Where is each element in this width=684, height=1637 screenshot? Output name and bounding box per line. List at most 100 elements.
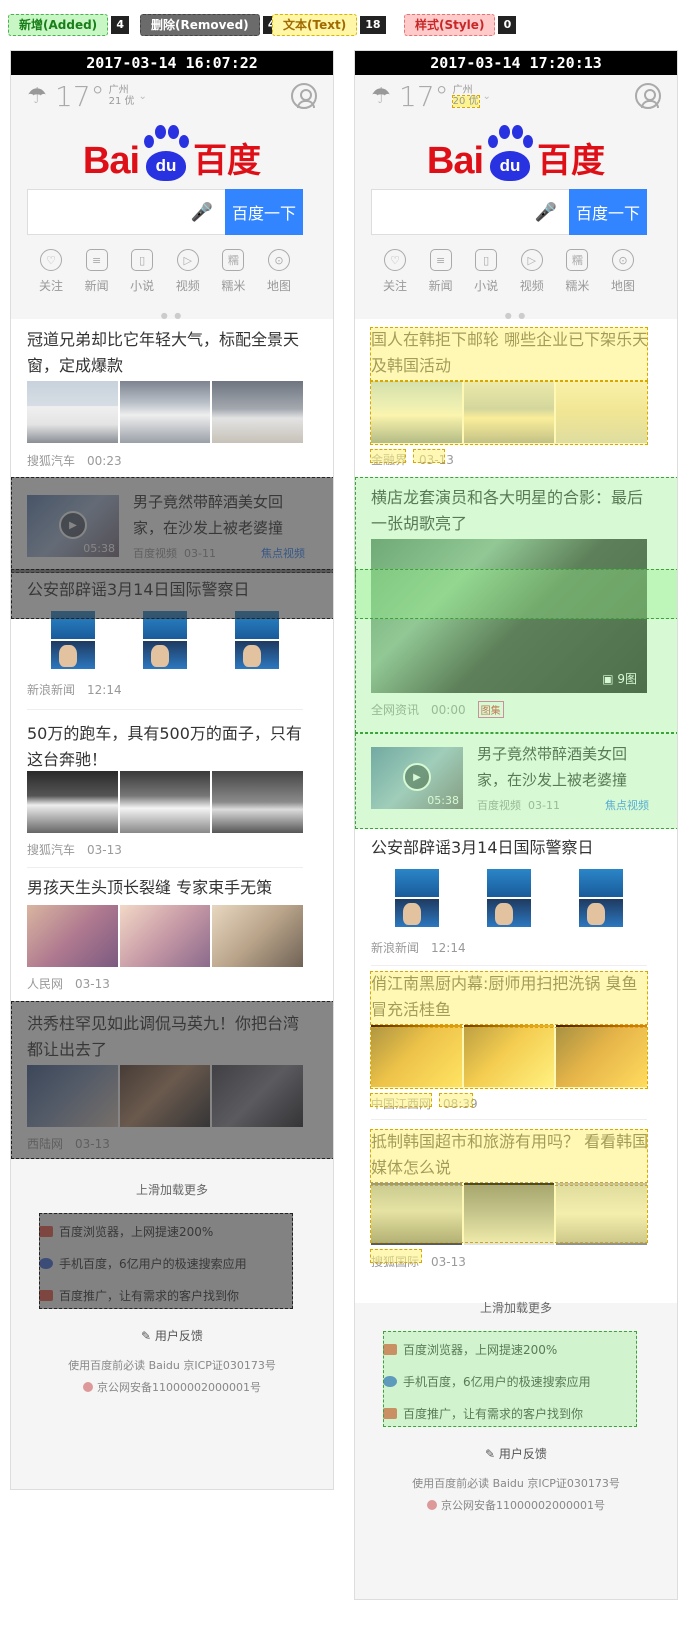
left-screenshot-panel: 2017-03-14 16:07:22 ☂ 17° 广州 21 优 ⌄ Bai …: [10, 50, 334, 1490]
search-input[interactable]: 🎤: [27, 189, 225, 235]
promo-item[interactable]: 百度浏览器，上网提速200%: [383, 1333, 637, 1365]
news-meta: 新浪新闻 12:14: [371, 940, 466, 956]
weather-widget[interactable]: ☂ 17° 广州 20 优 ⌄: [371, 79, 491, 113]
footer-icp[interactable]: 使用百度前必读 Baidu 京ICP证030173号: [355, 1473, 677, 1495]
news-card[interactable]: 俏江南黑厨内幕:厨师用扫把洗锅 臭鱼冒充活桂鱼 中国江西网 08:39: [355, 969, 677, 1119]
user-avatar-icon[interactable]: [635, 83, 661, 109]
news-title: 国人在韩拒下邮轮 哪些企业已下架乐天及韩国活动: [371, 330, 649, 375]
search-button[interactable]: 百度一下: [225, 189, 303, 235]
police-emblem-icon: [83, 1382, 93, 1392]
video-duration: 05:38: [83, 542, 115, 555]
nav-map[interactable]: ⊙ 地图: [259, 249, 299, 294]
news-icon: ≡: [429, 249, 452, 271]
cloud-rain-icon: ☂: [371, 83, 391, 109]
book-icon: ▯: [131, 249, 154, 271]
news-images: [371, 869, 647, 931]
nuomi-icon: 糯: [222, 249, 245, 271]
nav-novel[interactable]: ▯ 小说: [122, 249, 162, 294]
news-icon: ≡: [85, 249, 108, 271]
promo-list: 百度浏览器，上网提速200% 手机百度，6亿用户的极速搜索应用 百度推广，让有需…: [39, 1215, 293, 1311]
news-meta: 全网资讯 00:00 图集: [371, 701, 504, 718]
nav-follow[interactable]: ♡ 关注: [375, 249, 415, 294]
news-card[interactable]: 公安部辟谣3月14日国际警察日 新浪新闻 12:14: [355, 831, 677, 969]
heart-icon: ♡: [40, 249, 62, 271]
gallery-card[interactable]: 横店龙套演员和各大明星的合影：最后一张胡歌亮了 ▣ 9图 全网资讯 00:00 图集: [355, 477, 677, 729]
heart-icon: ♡: [384, 249, 406, 271]
hot-icon: [39, 1225, 53, 1237]
legend-added: 新增(Added) 4: [8, 14, 130, 36]
nav-nuomi[interactable]: 糯糯米: [557, 249, 597, 294]
promo-item[interactable]: 百度浏览器，上网提速200%: [39, 1215, 293, 1247]
nav-video[interactable]: ▷ 视频: [512, 249, 552, 294]
promo-list: 百度浏览器，上网提速200% 手机百度，6亿用户的极速搜索应用 百度推广，让有需…: [383, 1333, 637, 1429]
temperature: 17°: [55, 79, 105, 113]
hot-icon: [383, 1407, 397, 1419]
weather-location: 广州 20 优: [451, 85, 480, 108]
play-icon: ▶: [59, 511, 87, 539]
news-images: [371, 381, 648, 443]
map-pin-icon: ⊙: [267, 249, 290, 271]
quick-nav: ♡ 关注 ≡ 新闻 ▯ 小说 ▷ 视频 糯糯米 ⊙ 地图: [375, 249, 643, 294]
video-thumbnail[interactable]: ▶ 05:38: [371, 747, 463, 809]
hot-icon: [39, 1289, 53, 1301]
user-avatar-icon[interactable]: [291, 83, 317, 109]
video-meta: 百度视频 03-11 焦点视频: [133, 547, 305, 560]
feedback-link[interactable]: ✎ 用户反馈: [11, 1327, 333, 1344]
legend-added-label: 新增(Added): [8, 14, 109, 36]
nav-news[interactable]: ≡ 新闻: [421, 249, 461, 294]
news-meta: 金融界 03-13: [371, 452, 454, 468]
weather-location: 广州 21 优: [109, 85, 135, 107]
footer-police: 京公网安备11000002000001号: [355, 1495, 677, 1517]
news-card[interactable]: 男孩天生头顶长裂缝 专家束手无策 人民网 03-13: [11, 871, 333, 1001]
nav-novel[interactable]: ▯ 小说: [466, 249, 506, 294]
diff-legend: 新增(Added) 4 删除(Removed) 4 文本(Text) 18 样式…: [8, 14, 676, 38]
news-card[interactable]: 抵制韩国超市和旅游有用吗？ 看看韩国媒体怎么说 搜狐国际 03-13: [355, 1125, 677, 1275]
news-card[interactable]: 国人在韩拒下邮轮 哪些企业已下架乐天及韩国活动 金融界 03-13: [355, 319, 677, 473]
nav-follow[interactable]: ♡ 关注: [31, 249, 71, 294]
news-title: 公安部辟谣3月14日国际警察日: [371, 838, 594, 857]
promo-item[interactable]: 手机百度，6亿用户的极速搜索应用: [383, 1365, 637, 1397]
video-thumbnail[interactable]: ▶ 05:38: [27, 495, 119, 557]
left-page: ☂ 17° 广州 21 优 ⌄ Bai du 百度 🎤 百度一下 ♡ 关注 ≡ …: [11, 75, 333, 1489]
video-card[interactable]: ▶ 05:38 男子竟然带醉酒美女回家，在沙发上被老婆撞 百度视频 03-11 …: [355, 733, 677, 829]
news-meta: 中国江西网 08:39: [371, 1096, 478, 1112]
image-count: ▣ 9图: [602, 672, 637, 686]
promo-item[interactable]: 百度推广，让有需求的客户找到你: [39, 1279, 293, 1311]
nav-video[interactable]: ▷ 视频: [168, 249, 208, 294]
load-more[interactable]: 上滑加载更多: [11, 1181, 333, 1198]
temperature: 17°: [399, 79, 449, 113]
video-card[interactable]: ▶ 05:38 男子竟然带醉酒美女回家，在沙发上被老婆撞 百度视频 03-11 …: [11, 477, 333, 573]
news-meta: 搜狐国际 03-13: [371, 1254, 466, 1270]
nav-map[interactable]: ⊙ 地图: [603, 249, 643, 294]
news-card[interactable]: 冠道兄弟却比它年轻大气，标配全景天窗，定成爆款 搜狐汽车 00:23: [11, 319, 333, 477]
feedback-link[interactable]: ✎ 用户反馈: [355, 1445, 677, 1462]
news-images: [27, 1065, 304, 1127]
promo-item[interactable]: 手机百度，6亿用户的极速搜索应用: [39, 1247, 293, 1279]
video-title: 男子竟然带醉酒美女回家，在沙发上被老婆撞: [477, 745, 628, 789]
nav-nuomi[interactable]: 糯糯米: [213, 249, 253, 294]
news-card[interactable]: 洪秀柱罕见如此调侃马英九！你把台湾都让出去了 西陆网 03-13: [11, 1003, 333, 1161]
microphone-icon[interactable]: 🎤: [535, 202, 557, 223]
promo-item[interactable]: 百度推广，让有需求的客户找到你: [383, 1397, 637, 1429]
news-title: 冠道兄弟却比它年轻大气，标配全景天窗，定成爆款: [27, 330, 300, 375]
right-page: ☂ 17° 广州 20 优 ⌄ Bai du 百度 🎤 百度一下 ♡ 关注 ≡ …: [355, 75, 677, 1599]
news-images: [371, 1183, 648, 1245]
microphone-icon[interactable]: 🎤: [191, 202, 213, 223]
nav-news[interactable]: ≡ 新闻: [77, 249, 117, 294]
right-screenshot-panel: 2017-03-14 17:20:13 ☂ 17° 广州 20 优 ⌄ Bai …: [354, 50, 678, 1600]
search-input[interactable]: 🎤: [371, 189, 569, 235]
paw-icon: du: [484, 125, 536, 183]
map-pin-icon: ⊙: [611, 249, 634, 271]
footer: 使用百度前必读 Baidu 京ICP证030173号 京公网安备11000002…: [11, 1355, 333, 1399]
news-meta: 新浪新闻 12:14: [27, 682, 122, 698]
footer-icp[interactable]: 使用百度前必读 Baidu 京ICP证030173号: [11, 1355, 333, 1377]
weather-widget[interactable]: ☂ 17° 广州 21 优 ⌄: [27, 79, 147, 113]
hot-icon: [383, 1343, 397, 1355]
news-title: 洪秀柱罕见如此调侃马英九！你把台湾都让出去了: [27, 1014, 300, 1059]
load-more[interactable]: 上滑加载更多: [355, 1299, 677, 1316]
right-timestamp: 2017-03-14 17:20:13: [355, 51, 677, 75]
news-card[interactable]: 公安部辟谣3月14日国际警察日 新浪新闻 12:14: [11, 573, 333, 713]
search-button[interactable]: 百度一下: [569, 189, 647, 235]
news-card[interactable]: 50万的跑车，具有500万的面子，只有这台奔驰！ 搜狐汽车 03-13: [11, 713, 333, 863]
air-quality: 20 优: [451, 95, 480, 108]
